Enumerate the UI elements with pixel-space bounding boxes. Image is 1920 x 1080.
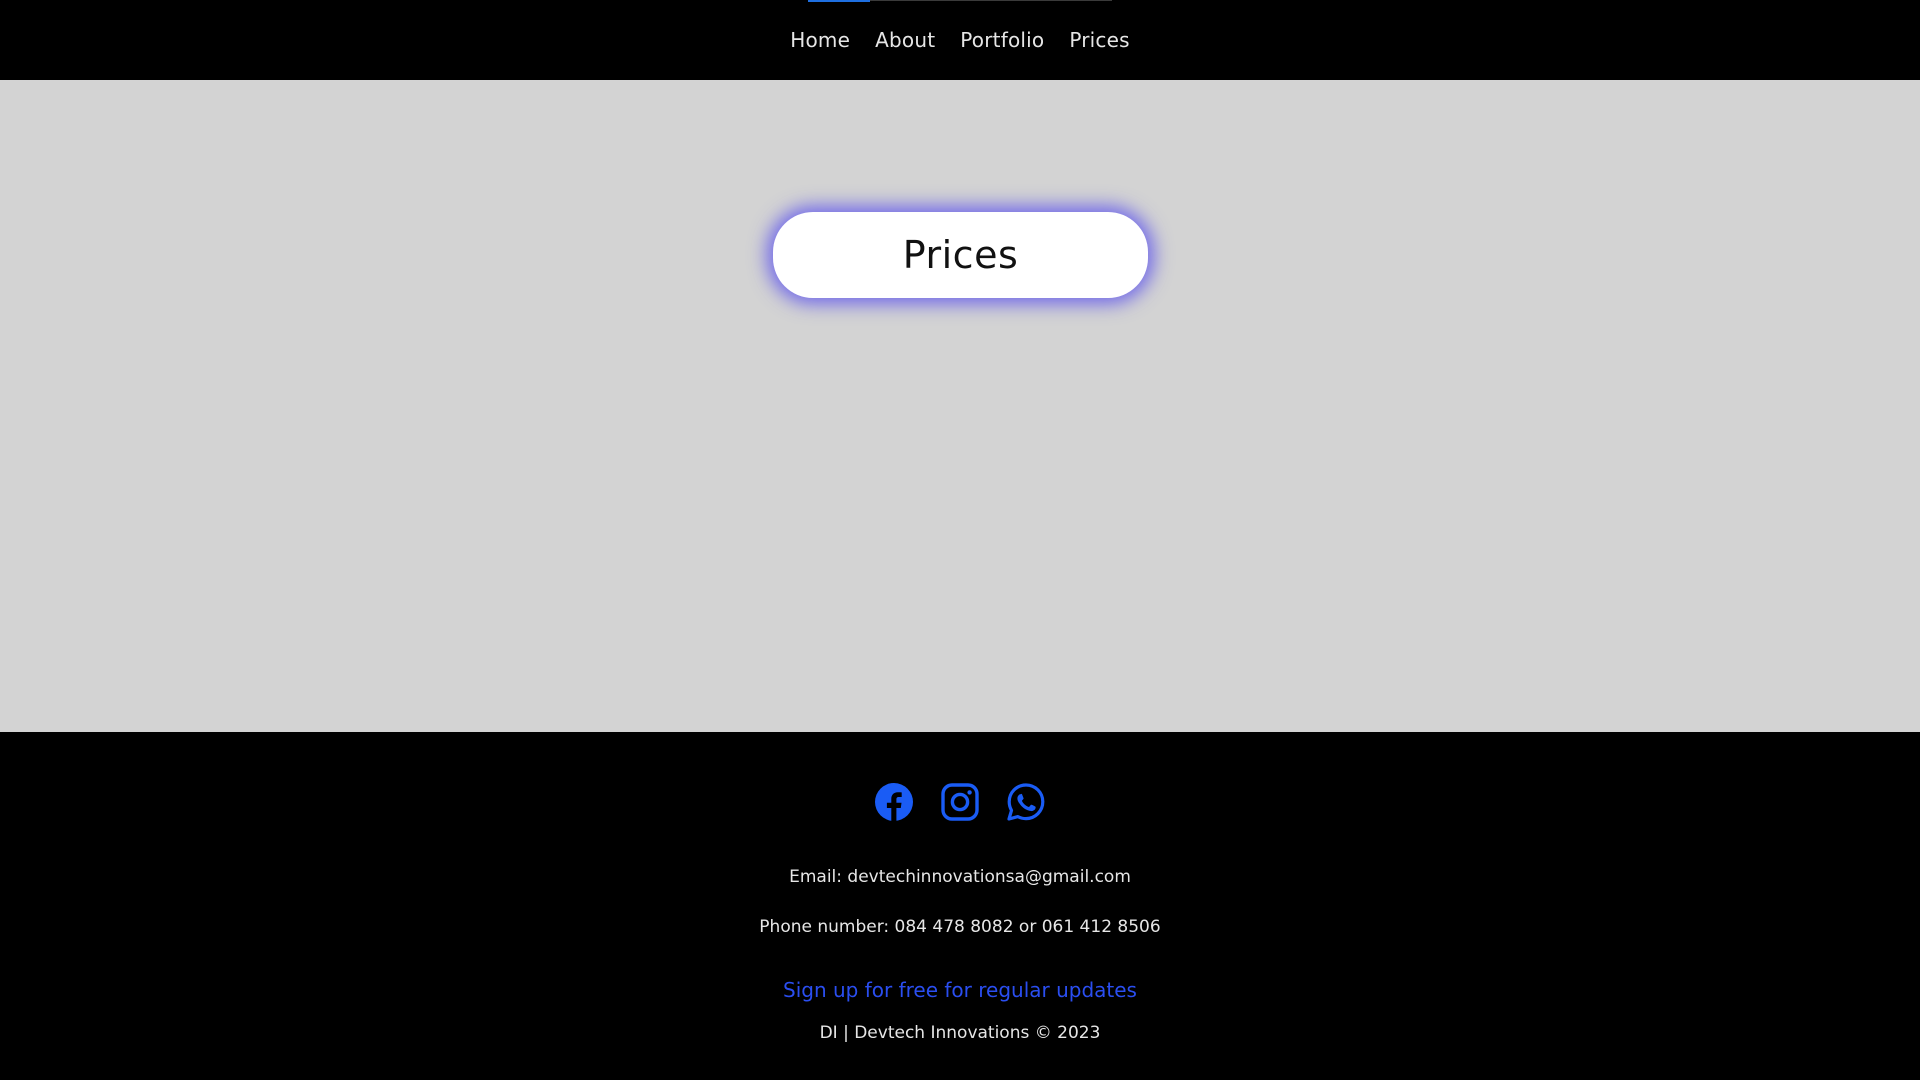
main-nav: Home About Portfolio Prices <box>0 26 1920 54</box>
footer-copyright: DI | Devtech Innovations © 2023 <box>819 1023 1101 1043</box>
nav-link-prices[interactable]: Prices <box>1069 26 1129 54</box>
site-footer: Email: devtechinnovationsa@gmail.com Pho… <box>0 732 1920 1080</box>
page-title: Prices <box>902 233 1019 277</box>
footer-phone: Phone number: 084 478 8082 or 061 412 85… <box>759 917 1161 937</box>
nav-link-home[interactable]: Home <box>790 26 850 54</box>
social-links <box>0 782 1920 822</box>
instagram-icon[interactable] <box>940 782 980 822</box>
facebook-icon[interactable] <box>874 782 914 822</box>
page: Home About Portfolio Prices Prices Email… <box>0 0 1920 1080</box>
main-content: Prices <box>0 80 1920 732</box>
footer-email: Email: devtechinnovationsa@gmail.com <box>789 867 1131 887</box>
nav-link-about[interactable]: About <box>875 26 935 54</box>
nav-indicator-active <box>808 0 870 2</box>
site-header: Home About Portfolio Prices <box>0 0 1920 80</box>
nav-link-portfolio[interactable]: Portfolio <box>960 26 1044 54</box>
page-title-card: Prices <box>773 212 1148 298</box>
whatsapp-icon[interactable] <box>1006 782 1046 822</box>
signup-link[interactable]: Sign up for free for regular updates <box>0 976 1920 1004</box>
